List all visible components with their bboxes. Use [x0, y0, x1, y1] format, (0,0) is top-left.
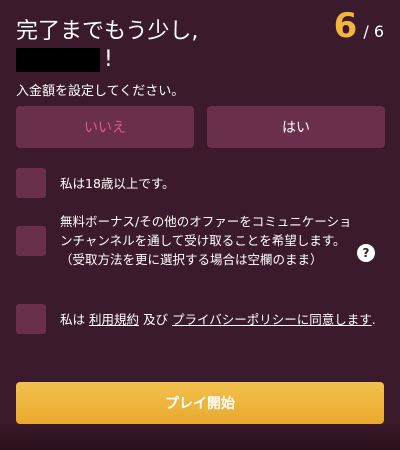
redacted-username — [16, 48, 100, 72]
help-icon[interactable]: ? — [357, 244, 375, 262]
current-step: 6 — [333, 6, 358, 46]
terms-and: 及び — [143, 311, 169, 327]
title-exclamation: ! — [104, 47, 113, 72]
title-line-1: 完了までもう少し, — [16, 19, 199, 44]
yes-button[interactable]: はい — [207, 106, 385, 148]
deposit-prompt: 入金額を設定してください。 — [16, 84, 185, 99]
title-line-2: ! — [16, 46, 316, 74]
terms-checkbox[interactable] — [16, 304, 46, 334]
terms-of-use-link[interactable]: 利用規約 — [89, 312, 139, 327]
marketing-label: 無料ボーナス/その他のオファーをコミュニケーションチャンネルを通して受け取ること… — [60, 214, 352, 267]
total-steps: / 6 — [363, 22, 384, 41]
marketing-consent-row: 無料ボーナス/その他のオファーをコミュニケーションチャンネルを通して受け取ること… — [16, 212, 352, 269]
no-button[interactable]: いいえ — [16, 106, 194, 148]
background-decoration — [0, 422, 400, 450]
page-title: 完了までもう少し, ! — [16, 18, 316, 74]
age-checkbox[interactable] — [16, 168, 46, 198]
start-play-button[interactable]: プレイ開始 — [16, 382, 384, 424]
step-progress: 6 / 6 — [334, 6, 384, 46]
age-label: 私は18歳以上です。 — [60, 175, 175, 191]
terms-prefix: 私は — [60, 311, 86, 327]
terms-suffix: . — [371, 311, 376, 327]
terms-label: 私は 利用規約 及び プライバシーポリシーに同意します. — [60, 310, 378, 329]
privacy-policy-link[interactable]: プライバシーポリシーに同意します — [172, 312, 372, 327]
marketing-checkbox[interactable] — [16, 225, 46, 256]
age-confirm-row: 私は18歳以上です。 — [16, 168, 175, 198]
terms-consent-row: 私は 利用規約 及び プライバシーポリシーに同意します. — [16, 304, 378, 334]
